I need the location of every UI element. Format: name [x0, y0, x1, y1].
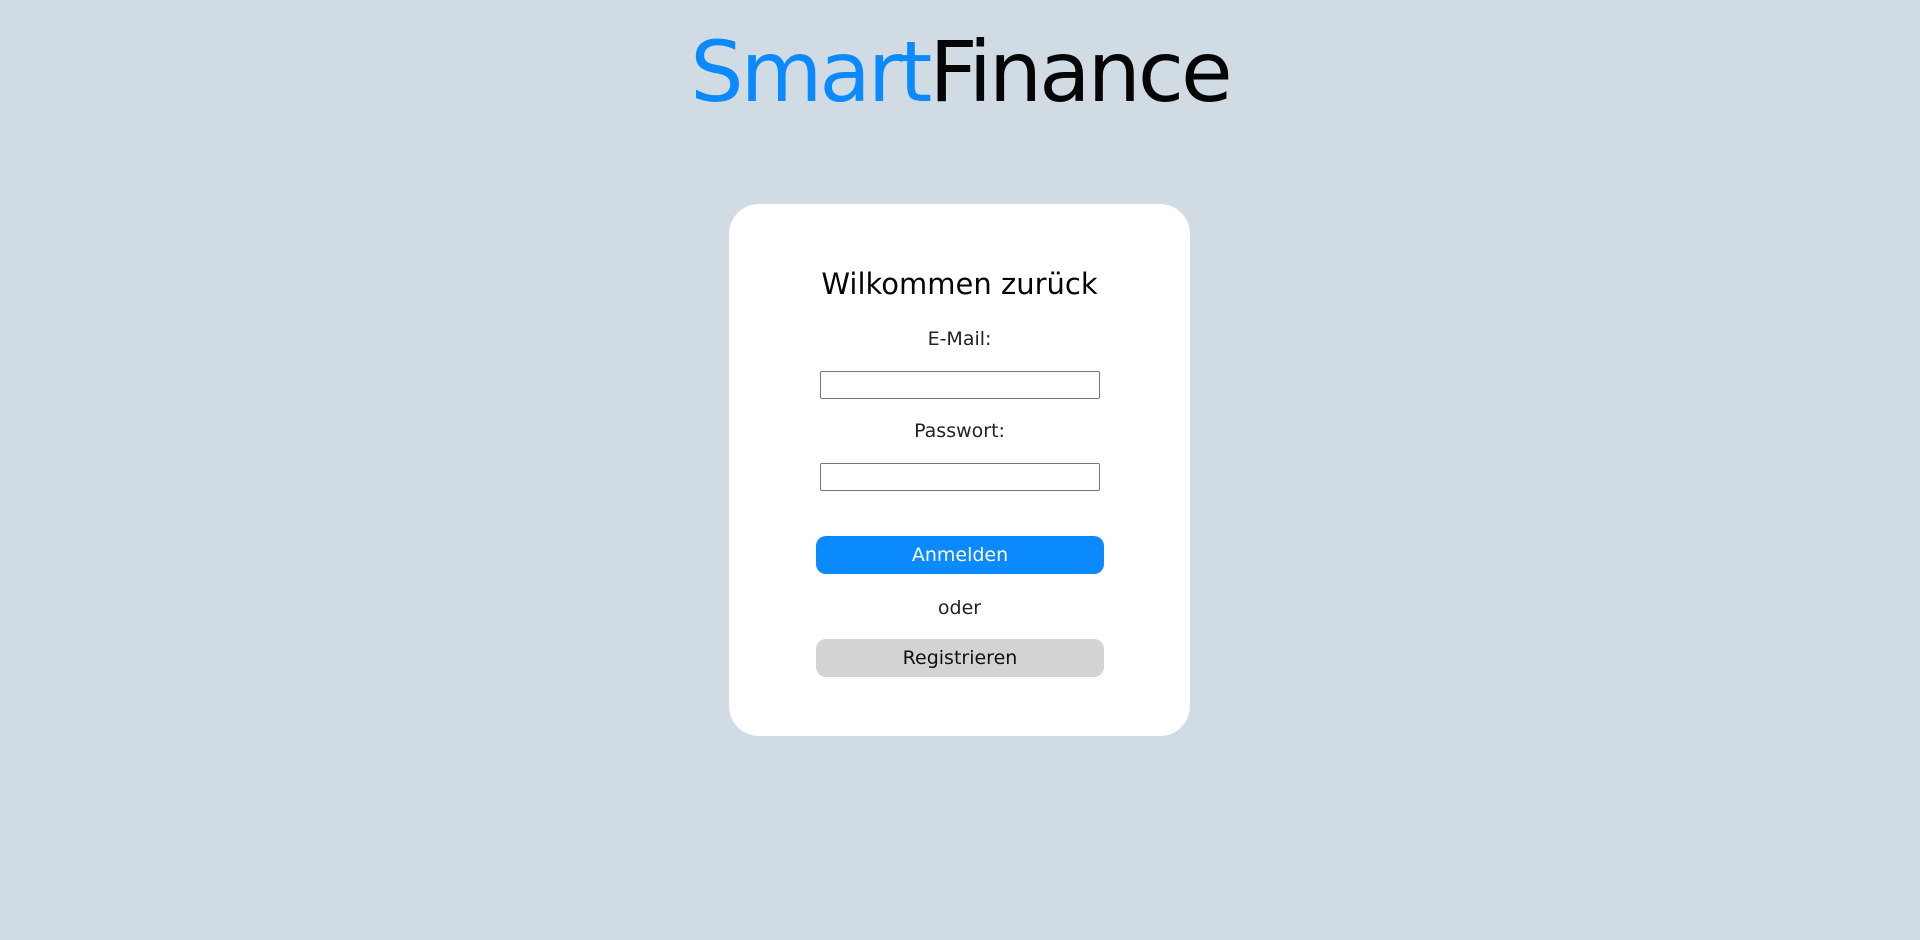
- app-logo: SmartFinance: [0, 22, 1920, 122]
- register-button[interactable]: Registrieren: [816, 639, 1104, 677]
- logo-smart-text: Smart: [690, 23, 932, 121]
- login-card: Wilkommen zurück E-Mail: Passwort: Anmel…: [729, 204, 1190, 736]
- password-input[interactable]: [820, 463, 1100, 491]
- email-input[interactable]: [820, 371, 1100, 399]
- or-divider-text: oder: [937, 597, 982, 619]
- logo-finance-text: Finance: [929, 23, 1232, 121]
- login-button[interactable]: Anmelden: [816, 536, 1104, 574]
- password-label: Passwort:: [914, 420, 1005, 442]
- card-title: Wilkommen zurück: [821, 267, 1098, 301]
- login-page: SmartFinance Wilkommen zurück E-Mail: Pa…: [0, 0, 1920, 940]
- email-label: E-Mail:: [927, 328, 992, 350]
